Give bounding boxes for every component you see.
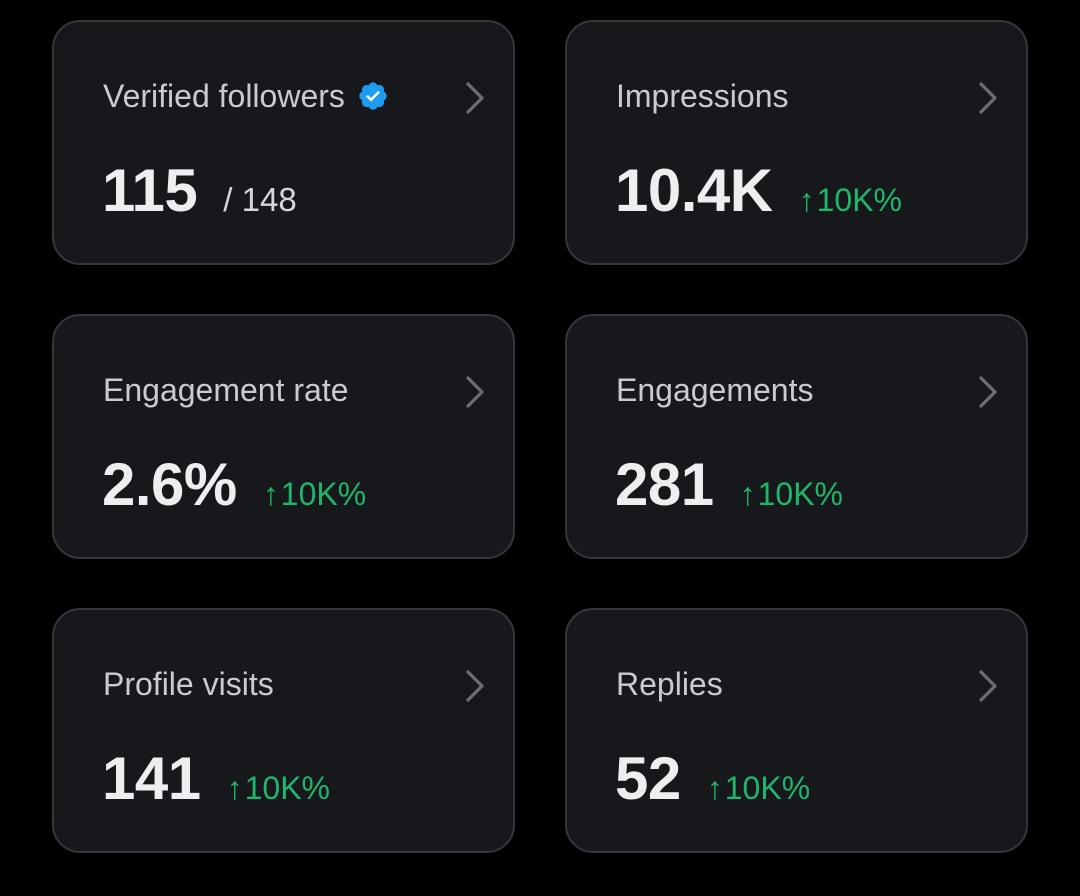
metric-total: / 148 — [223, 181, 297, 218]
arrow-up-icon: ↑ — [226, 770, 243, 806]
metric-change-value: 10K% — [757, 476, 843, 512]
metric-change: ↑ 10K% — [263, 476, 366, 513]
card-title-label: Impressions — [616, 78, 789, 114]
metric-value: 2.6% — [102, 451, 237, 518]
card-title: Engagements — [616, 370, 813, 410]
card-title: Impressions — [616, 76, 789, 116]
metric-value: 52 — [615, 745, 681, 812]
card-title-label: Engagements — [616, 372, 814, 408]
metric-change-value: 10K% — [244, 770, 330, 806]
arrow-up-icon: ↑ — [706, 770, 723, 806]
chevron-right-icon[interactable] — [463, 374, 487, 410]
chevron-right-icon[interactable] — [463, 668, 487, 704]
card-value-row: 115 / 148 — [102, 156, 297, 226]
card-title: Engagement rate — [103, 370, 349, 410]
metric-change-value: 10K% — [280, 476, 367, 512]
card-value-row: 52 ↑ 10K% — [615, 744, 810, 814]
impressions-card[interactable]: Impressions 10.4K ↑ 10K% — [565, 20, 1028, 265]
card-title-label: Replies — [616, 666, 723, 702]
card-value-row: 141 ↑ 10K% — [102, 744, 330, 814]
arrow-up-icon: ↑ — [739, 476, 756, 512]
arrow-up-icon: ↑ — [798, 182, 815, 218]
metric-change-value: 10K% — [724, 770, 811, 806]
engagements-card[interactable]: Engagements 281 ↑ 10K% — [565, 314, 1028, 559]
chevron-right-icon[interactable] — [976, 668, 1000, 704]
card-value-row: 2.6% ↑ 10K% — [102, 450, 366, 520]
card-title: Verified followers — [103, 76, 389, 116]
chevron-right-icon[interactable] — [976, 374, 1000, 410]
card-title: Profile visits — [103, 664, 274, 704]
card-title-label: Verified followers — [103, 78, 345, 114]
arrow-up-icon: ↑ — [262, 476, 279, 512]
metric-change: ↑ 10K% — [227, 770, 330, 807]
metric-value: 281 — [615, 451, 714, 518]
metric-change: ↑ 10K% — [799, 182, 902, 219]
metric-value: 115 — [102, 157, 198, 224]
metric-change: ↑ 10K% — [740, 476, 843, 513]
profile-visits-card[interactable]: Profile visits 141 ↑ 10K% — [52, 608, 515, 853]
card-value-row: 10.4K ↑ 10K% — [615, 156, 902, 226]
card-title-label: Engagement rate — [103, 372, 349, 408]
metric-change: ↑ 10K% — [707, 770, 810, 807]
metric-change-value: 10K% — [816, 182, 902, 218]
chevron-right-icon[interactable] — [463, 80, 487, 116]
card-title: Replies — [616, 664, 723, 704]
replies-card[interactable]: Replies 52 ↑ 10K% — [565, 608, 1028, 853]
metric-value: 10.4K — [615, 157, 773, 224]
card-value-row: 281 ↑ 10K% — [615, 450, 843, 520]
metric-value: 141 — [102, 745, 201, 812]
verified-badge-icon — [357, 80, 389, 112]
verified-followers-card[interactable]: Verified followers 115 / 148 — [52, 20, 515, 265]
chevron-right-icon[interactable] — [976, 80, 1000, 116]
card-title-label: Profile visits — [103, 666, 274, 702]
analytics-cards-grid: Verified followers 115 / 148 Impressions — [52, 20, 1028, 853]
engagement-rate-card[interactable]: Engagement rate 2.6% ↑ 10K% — [52, 314, 515, 559]
